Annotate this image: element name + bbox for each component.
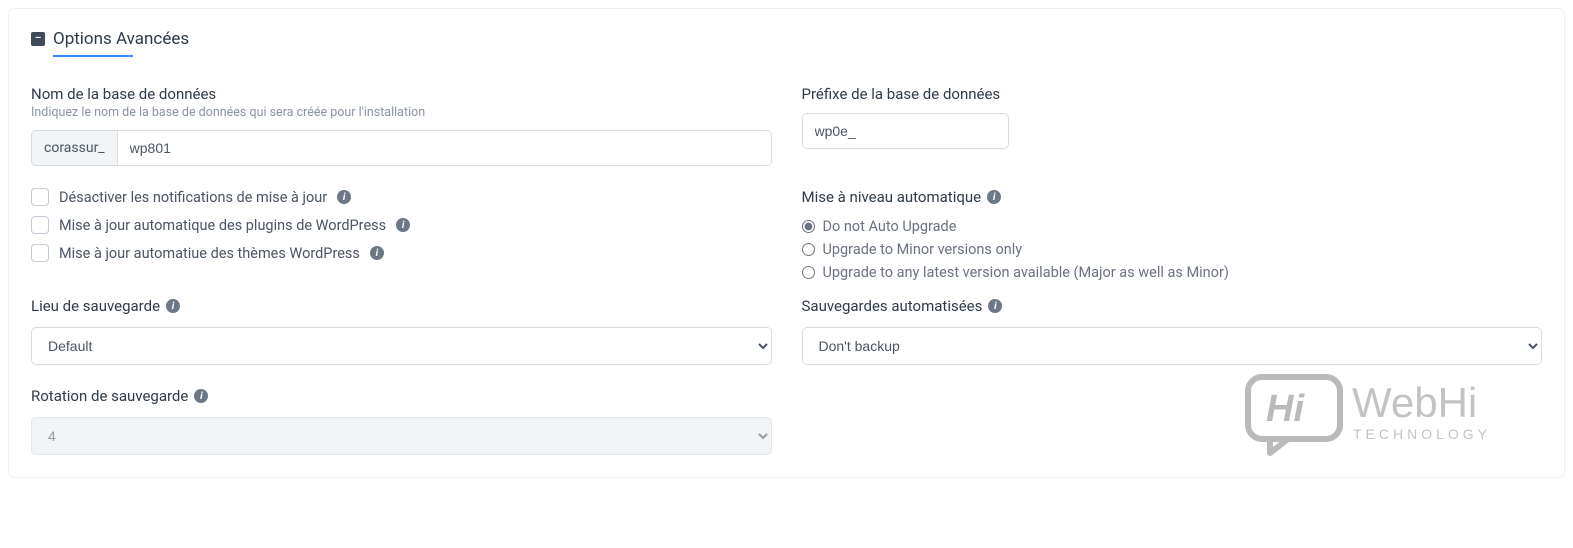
upgrade-any-radio[interactable] <box>802 266 815 279</box>
watermark-brand-sub: TECHNOLOGY <box>1353 426 1491 442</box>
backup-rotation-label: Rotation de sauvegarde i <box>31 387 772 405</box>
info-icon[interactable]: i <box>987 190 1001 204</box>
active-tab-indicator <box>53 55 133 57</box>
auto-update-plugins-label: Mise à jour automatique des plugins de W… <box>59 217 386 234</box>
watermark-logo: Hi WebHi TECHNOLOGY <box>1240 369 1540 463</box>
auto-update-plugins-checkbox[interactable] <box>31 216 49 234</box>
watermark-bubble-text: Hi <box>1266 388 1305 430</box>
db-name-input[interactable] <box>117 130 772 166</box>
info-icon[interactable]: i <box>988 299 1002 313</box>
info-icon[interactable]: i <box>166 299 180 313</box>
advanced-options-panel: – Options Avancées Nom de la base de don… <box>8 8 1565 478</box>
auto-backup-select[interactable]: Don't backup <box>802 327 1543 365</box>
db-name-prefix-addon: corassur_ <box>31 130 117 166</box>
section-header[interactable]: – Options Avancées <box>31 29 1542 49</box>
section-title: Options Avancées <box>53 29 189 49</box>
backup-rotation-select: 4 <box>31 417 772 455</box>
auto-upgrade-label: Mise à niveau automatique i <box>802 188 1543 206</box>
backup-location-select[interactable]: Default <box>31 327 772 365</box>
upgrade-any-label: Upgrade to any latest version available … <box>823 264 1229 281</box>
info-icon[interactable]: i <box>396 218 410 232</box>
disable-update-notif-label: Désactiver les notifications de mise à j… <box>59 189 327 206</box>
auto-update-themes-checkbox[interactable] <box>31 244 49 262</box>
auto-update-themes-label: Mise à jour automatiue des thèmes WordPr… <box>59 245 360 262</box>
db-prefix-input[interactable] <box>802 113 1009 149</box>
disable-update-notif-checkbox[interactable] <box>31 188 49 206</box>
watermark-brand-main: WebHi <box>1352 379 1477 426</box>
db-prefix-label: Préfixe de la base de données <box>802 85 1543 103</box>
upgrade-minor-radio[interactable] <box>802 243 815 256</box>
db-name-label: Nom de la base de données <box>31 85 772 103</box>
backup-location-label: Lieu de sauvegarde i <box>31 297 772 315</box>
info-icon[interactable]: i <box>370 246 384 260</box>
upgrade-none-radio[interactable] <box>802 220 815 233</box>
info-icon[interactable]: i <box>194 389 208 403</box>
info-icon[interactable]: i <box>337 190 351 204</box>
db-name-help: Indiquez le nom de la base de données qu… <box>31 105 772 120</box>
collapse-icon[interactable]: – <box>31 32 45 46</box>
upgrade-none-label: Do not Auto Upgrade <box>823 218 957 235</box>
upgrade-minor-label: Upgrade to Minor versions only <box>823 241 1023 258</box>
auto-backup-label: Sauvegardes automatisées i <box>802 297 1543 315</box>
